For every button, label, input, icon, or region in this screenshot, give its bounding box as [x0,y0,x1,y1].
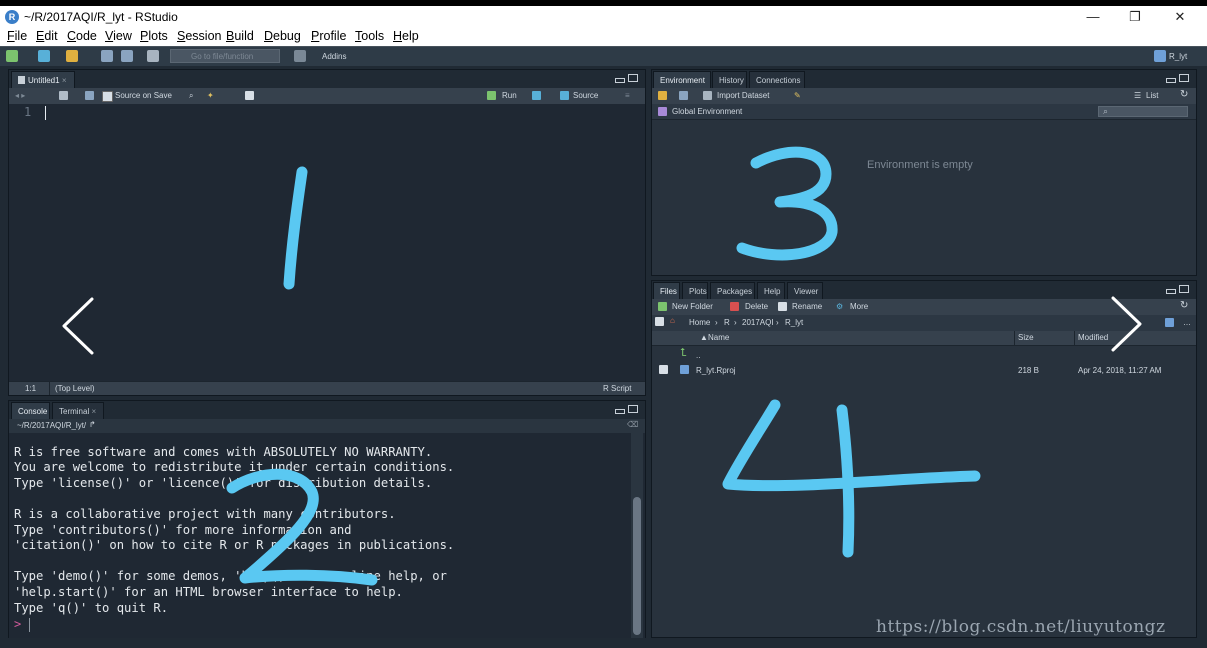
annotation-number-3 [736,146,838,261]
watermark-text: https://blog.csdn.net/liuyutongz [876,617,1166,637]
annotation-number-1 [283,166,308,290]
next-arrow-icon[interactable] [1111,296,1142,352]
prev-arrow-icon[interactable] [62,297,94,355]
annotation-number-2 [226,468,378,586]
annotation-number-4b [836,404,855,558]
handwritten-annotations [62,146,1142,586]
